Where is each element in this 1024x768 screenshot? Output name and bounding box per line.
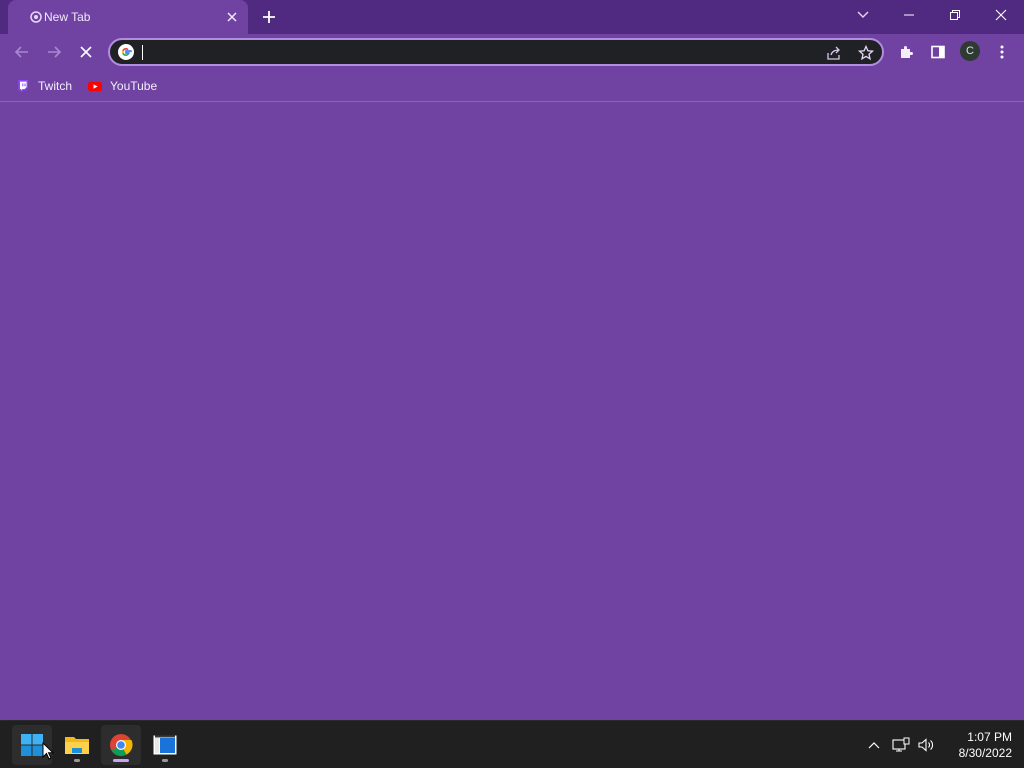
taskbar-app[interactable] (145, 725, 185, 765)
bookmark-label: YouTube (110, 79, 158, 93)
side-panel-button[interactable] (926, 40, 950, 64)
tab-close-icon[interactable] (224, 9, 240, 25)
address-bar[interactable] (108, 38, 884, 66)
tab-search-button[interactable] (840, 0, 886, 30)
speaker-icon (918, 738, 933, 752)
chrome-menu-button[interactable] (990, 40, 1014, 64)
show-hidden-icons-button[interactable] (864, 735, 884, 755)
youtube-icon (88, 79, 102, 93)
more-vertical-icon (1000, 45, 1004, 59)
text-caret (142, 45, 143, 60)
forward-button[interactable] (40, 38, 68, 66)
windows-start-icon (21, 734, 43, 756)
clock-time: 1:07 PM (967, 730, 1012, 744)
minimize-icon (904, 14, 914, 16)
bookmarks-bar: Twitch YouTube (0, 70, 1024, 102)
restore-icon (950, 10, 960, 20)
share-button[interactable] (824, 43, 844, 63)
chevron-down-icon (857, 11, 869, 18)
chevron-up-icon (868, 742, 880, 749)
taskbar-file-explorer[interactable] (57, 725, 97, 765)
app-icon (153, 735, 177, 755)
minimize-button[interactable] (886, 0, 932, 30)
chrome-favicon-icon (30, 11, 42, 23)
system-clock[interactable]: 1:07 PM 8/30/2022 (940, 729, 1012, 761)
close-icon (80, 46, 92, 58)
volume-button[interactable] (916, 735, 936, 755)
close-window-button[interactable] (978, 0, 1024, 30)
bookmark-twitch[interactable]: Twitch (16, 76, 72, 96)
restore-button[interactable] (932, 0, 978, 30)
profile-avatar[interactable]: C (960, 41, 980, 61)
google-icon (118, 44, 134, 60)
plus-icon (263, 11, 275, 23)
back-button[interactable] (8, 38, 36, 66)
arrow-left-icon (14, 46, 28, 58)
running-indicator (162, 759, 168, 762)
puzzle-icon (901, 46, 913, 58)
windows-taskbar: 1:07 PM 8/30/2022 (0, 720, 1024, 768)
browser-toolbar: C (0, 34, 1024, 70)
arrow-right-icon (48, 46, 62, 58)
active-indicator (113, 759, 129, 762)
twitch-icon (16, 79, 30, 93)
running-indicator (74, 759, 80, 762)
network-icon (892, 737, 910, 752)
new-tab-button[interactable] (258, 6, 280, 28)
stop-loading-button[interactable] (72, 38, 100, 66)
side-panel-icon (931, 45, 945, 59)
new-tab-page (0, 103, 1024, 720)
bookmark-youtube[interactable]: YouTube (88, 76, 157, 96)
share-icon (827, 46, 840, 60)
extensions-button[interactable] (894, 40, 918, 64)
bookmark-star-button[interactable] (856, 43, 876, 63)
chrome-icon (110, 734, 133, 756)
clock-date: 8/30/2022 (958, 746, 1012, 760)
omnibox-input[interactable] (146, 42, 786, 62)
mouse-cursor-icon (42, 742, 54, 760)
star-icon (858, 45, 874, 61)
bookmark-label: Twitch (38, 79, 73, 93)
folder-icon (65, 737, 89, 754)
close-icon (995, 9, 1007, 21)
network-button[interactable] (891, 735, 911, 755)
tab-new-tab[interactable]: New Tab (8, 0, 248, 34)
tab-strip: New Tab (0, 0, 1024, 34)
tab-title: New Tab (44, 10, 91, 24)
taskbar-chrome[interactable] (101, 725, 141, 765)
